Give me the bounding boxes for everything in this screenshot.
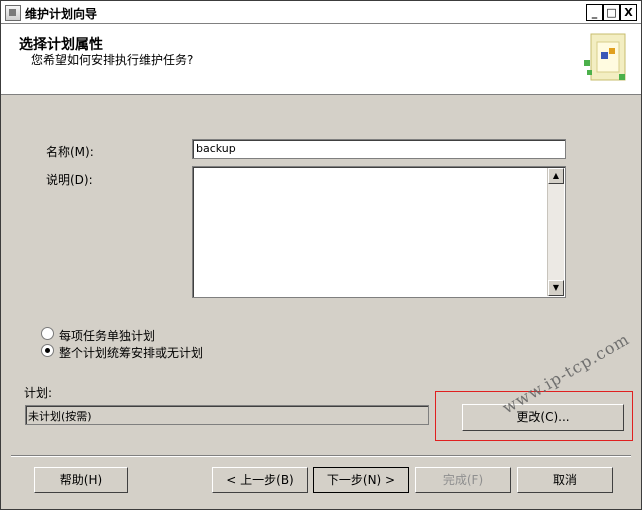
- name-field[interactable]: backup: [192, 139, 566, 159]
- finish-button: 完成(F): [415, 467, 511, 493]
- option-single-schedule-label: 整个计划统筹安排或无计划: [59, 346, 204, 360]
- scroll-down-icon[interactable]: ▼: [548, 280, 564, 296]
- window-title: 维护计划向导: [25, 7, 98, 21]
- next-button[interactable]: 下一步(N) >: [313, 467, 409, 493]
- option-separate-schedule-radio[interactable]: [41, 327, 54, 340]
- description-field[interactable]: ▲ ▼: [192, 166, 566, 298]
- wizard-graphic-icon: [584, 33, 626, 81]
- option-separate-schedule-label: 每项任务单独计划: [59, 329, 156, 343]
- help-button[interactable]: 帮助(H): [34, 467, 128, 493]
- schedule-value: 未计划(按需): [28, 410, 92, 423]
- maximize-button[interactable]: □: [603, 4, 620, 21]
- app-icon: [5, 5, 21, 21]
- wizard-header: 选择计划属性 您希望如何安排执行维护任务?: [1, 24, 641, 95]
- name-value: backup: [196, 142, 236, 155]
- close-button[interactable]: X: [620, 4, 637, 21]
- schedule-field: 未计划(按需): [25, 405, 429, 425]
- back-button[interactable]: < 上一步(B): [212, 467, 308, 493]
- wizard-window: 维护计划向导 _ □ X 选择计划属性 您希望如何安排执行维护任务? 名称(M)…: [0, 0, 642, 510]
- page-subtitle: 您希望如何安排执行维护任务?: [31, 53, 194, 67]
- name-label: 名称(M):: [46, 145, 94, 159]
- cancel-button[interactable]: 取消: [517, 467, 613, 493]
- description-scrollbar[interactable]: ▲ ▼: [547, 168, 564, 296]
- title-bar: 维护计划向导 _ □ X: [1, 1, 641, 24]
- description-label: 说明(D):: [46, 173, 93, 187]
- footer-separator: [11, 455, 631, 457]
- option-single-schedule-radio[interactable]: [41, 344, 54, 357]
- minimize-button[interactable]: _: [586, 4, 603, 21]
- schedule-label: 计划:: [24, 386, 53, 400]
- scroll-up-icon[interactable]: ▲: [548, 168, 564, 184]
